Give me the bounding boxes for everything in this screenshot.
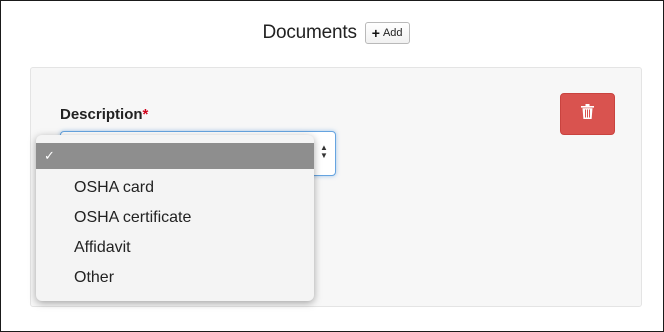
trash-icon	[581, 104, 594, 124]
description-label-text: Description	[60, 106, 143, 123]
add-button-label: Add	[382, 27, 403, 39]
dropdown-option-affidavit[interactable]: Affidavit	[36, 234, 314, 262]
add-document-button[interactable]: + Add	[364, 22, 410, 44]
dropdown-option-osha-card[interactable]: OSHA card	[36, 174, 314, 202]
delete-button[interactable]	[560, 93, 615, 135]
description-dropdown-menu: ✓ OSHA card OSHA certificate Affidavit O…	[36, 135, 314, 301]
dropdown-option-blank[interactable]: ✓	[36, 143, 314, 169]
page-title: Documents	[262, 22, 357, 43]
dropdown-option-osha-certificate[interactable]: OSHA certificate	[36, 204, 314, 232]
check-icon: ✓	[44, 148, 55, 163]
documents-header: Documents + Add	[0, 22, 664, 52]
dropdown-option-other[interactable]: Other	[36, 264, 314, 292]
plus-icon: +	[371, 25, 380, 41]
required-marker: *	[142, 106, 149, 123]
chevron-up-down-icon: ▲ ▼	[320, 143, 328, 160]
description-label: Description*	[60, 106, 148, 123]
